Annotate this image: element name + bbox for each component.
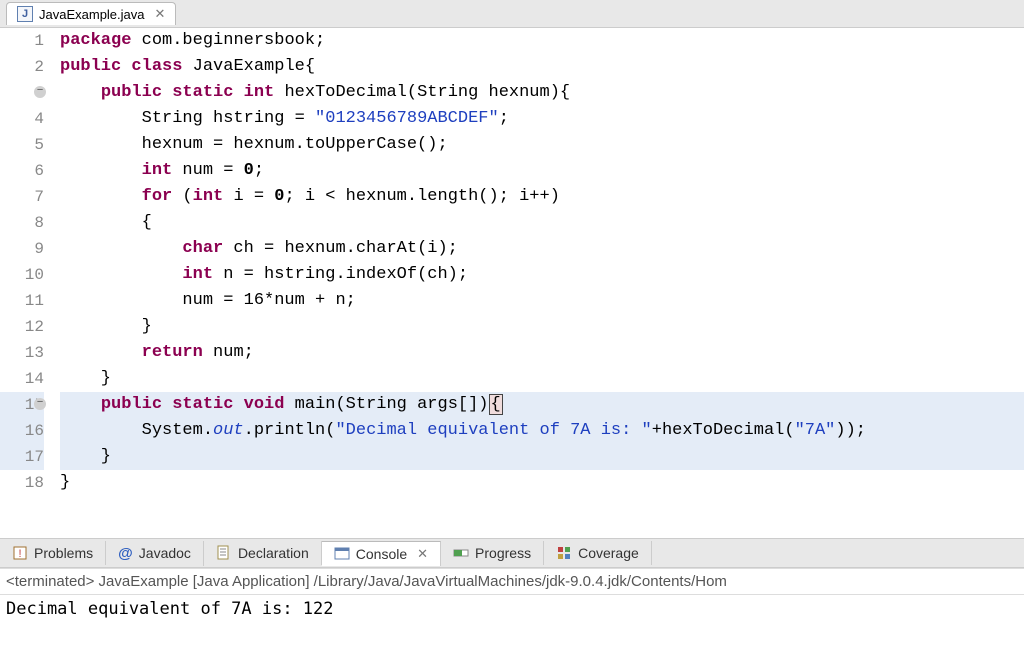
bottom-view-tabs: ! Problems @ Javadoc Declaration Console… <box>0 538 1024 568</box>
fold-toggle-icon[interactable]: − <box>34 398 46 410</box>
line-number: 5 <box>0 132 44 158</box>
svg-text:!: ! <box>18 548 21 560</box>
java-file-icon: J <box>17 6 33 22</box>
code-line[interactable]: hexnum = hexnum.toUpperCase(); <box>60 132 1024 158</box>
line-number: 15− <box>0 392 44 418</box>
javadoc-icon: @ <box>118 545 133 562</box>
problems-icon: ! <box>12 545 28 561</box>
code-line[interactable]: } <box>60 314 1024 340</box>
tab-filename: JavaExample.java <box>39 7 145 22</box>
tab-problems[interactable]: ! Problems <box>0 541 106 565</box>
line-number: 3− <box>0 80 44 106</box>
tab-coverage-label: Coverage <box>578 545 639 561</box>
console-icon <box>334 546 350 562</box>
code-line[interactable]: } <box>60 444 1024 470</box>
line-number: 16 <box>0 418 44 444</box>
close-icon[interactable]: ✕ <box>155 6 166 22</box>
editor-tab-javaexample[interactable]: J JavaExample.java ✕ <box>6 2 176 25</box>
line-number: 6 <box>0 158 44 184</box>
line-number: 1 <box>0 28 44 54</box>
line-number: 8 <box>0 210 44 236</box>
tab-progress-label: Progress <box>475 545 531 561</box>
line-number: 11 <box>0 288 44 314</box>
tab-declaration[interactable]: Declaration <box>204 541 322 565</box>
console-launch-header: <terminated> JavaExample [Java Applicati… <box>0 569 1024 595</box>
tab-declaration-label: Declaration <box>238 545 309 561</box>
coverage-icon <box>556 545 572 561</box>
line-number: 17 <box>0 444 44 470</box>
line-number-gutter: 123−456789101112131415−161718 <box>0 28 58 538</box>
code-line[interactable]: package com.beginnersbook; <box>60 28 1024 54</box>
console-view: <terminated> JavaExample [Java Applicati… <box>0 568 1024 623</box>
code-line[interactable]: String hstring = "0123456789ABCDEF"; <box>60 106 1024 132</box>
code-line[interactable]: for (int i = 0; i < hexnum.length(); i++… <box>60 184 1024 210</box>
line-number: 13 <box>0 340 44 366</box>
console-output[interactable]: Decimal equivalent of 7A is: 122 <box>0 595 1024 623</box>
line-number: 9 <box>0 236 44 262</box>
code-line[interactable]: public static int hexToDecimal(String he… <box>60 80 1024 106</box>
line-number: 4 <box>0 106 44 132</box>
fold-toggle-icon[interactable]: − <box>34 86 46 98</box>
code-line[interactable]: num = 16*num + n; <box>60 288 1024 314</box>
code-line[interactable]: int num = 0; <box>60 158 1024 184</box>
tab-console-label: Console <box>356 546 407 562</box>
code-line[interactable]: } <box>60 470 1024 496</box>
code-line[interactable]: System.out.println("Decimal equivalent o… <box>60 418 1024 444</box>
progress-icon <box>453 545 469 561</box>
code-line[interactable]: public class JavaExample{ <box>60 54 1024 80</box>
line-number: 14 <box>0 366 44 392</box>
code-line[interactable]: char ch = hexnum.charAt(i); <box>60 236 1024 262</box>
tab-javadoc[interactable]: @ Javadoc <box>106 541 204 566</box>
tab-console[interactable]: Console ✕ <box>322 541 441 566</box>
line-number: 10 <box>0 262 44 288</box>
tab-progress[interactable]: Progress <box>441 541 544 565</box>
editor-tab-bar: J JavaExample.java ✕ <box>0 0 1024 28</box>
code-line[interactable]: int n = hstring.indexOf(ch); <box>60 262 1024 288</box>
code-line[interactable]: return num; <box>60 340 1024 366</box>
line-number: 18 <box>0 470 44 496</box>
tab-javadoc-label: Javadoc <box>139 545 191 561</box>
tab-coverage[interactable]: Coverage <box>544 541 652 565</box>
code-line[interactable]: } <box>60 366 1024 392</box>
tab-problems-label: Problems <box>34 545 93 561</box>
code-line[interactable]: public static void main(String args[]){ <box>60 392 1024 418</box>
declaration-icon <box>216 545 232 561</box>
line-number: 12 <box>0 314 44 340</box>
line-number: 2 <box>0 54 44 80</box>
code-line[interactable]: { <box>60 210 1024 236</box>
editor-area[interactable]: 123−456789101112131415−161718 package co… <box>0 28 1024 538</box>
line-number: 7 <box>0 184 44 210</box>
code-content[interactable]: package com.beginnersbook;public class J… <box>58 28 1024 538</box>
close-icon[interactable]: ✕ <box>417 546 428 562</box>
